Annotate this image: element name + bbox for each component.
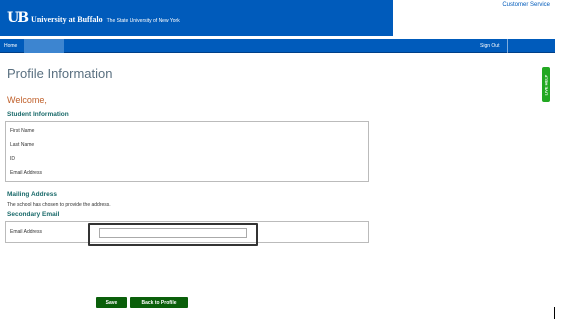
university-subtitle: The State University of New York [106, 18, 180, 24]
page-title: Profile Information [7, 66, 113, 81]
live-help-label: LIVE HELP [543, 74, 549, 95]
nav-bar: Home Sign Out [0, 39, 555, 53]
nav-home-link[interactable]: Home [4, 43, 17, 49]
secondary-email-input[interactable] [99, 228, 247, 238]
last-name-label: Last Name [10, 142, 35, 148]
header-banner: UB University at Buffalo The State Unive… [0, 0, 393, 36]
ub-logo-mark: UB [7, 10, 29, 26]
student-info-box: First Name Last Name ID Email Address [5, 121, 369, 182]
ub-logo[interactable]: UB University at Buffalo The State Unive… [7, 10, 180, 26]
nav-tab-blank[interactable] [24, 39, 64, 53]
id-label: ID [10, 156, 15, 162]
sign-out-link[interactable]: Sign Out [480, 43, 499, 49]
mailing-address-heading: Mailing Address [7, 191, 57, 198]
student-info-heading: Student Information [7, 111, 69, 118]
save-button[interactable]: Save [96, 297, 127, 308]
back-to-profile-button[interactable]: Back to Profile [130, 297, 188, 308]
welcome-text: Welcome, [7, 95, 47, 105]
nav-divider [507, 39, 508, 53]
first-name-label: First Name [10, 128, 35, 134]
live-help-button[interactable]: LIVE HELP [542, 67, 550, 102]
customer-service-link[interactable]: Customer Service [502, 2, 550, 8]
university-name: University at Buffalo [31, 15, 103, 24]
mailing-address-note: The school has chosen to provide the add… [7, 202, 111, 208]
email-address-label: Email Address [10, 170, 42, 176]
text-cursor [554, 307, 555, 319]
secondary-email-label: Email Address [10, 229, 42, 235]
secondary-email-heading: Secondary Email [7, 211, 60, 218]
